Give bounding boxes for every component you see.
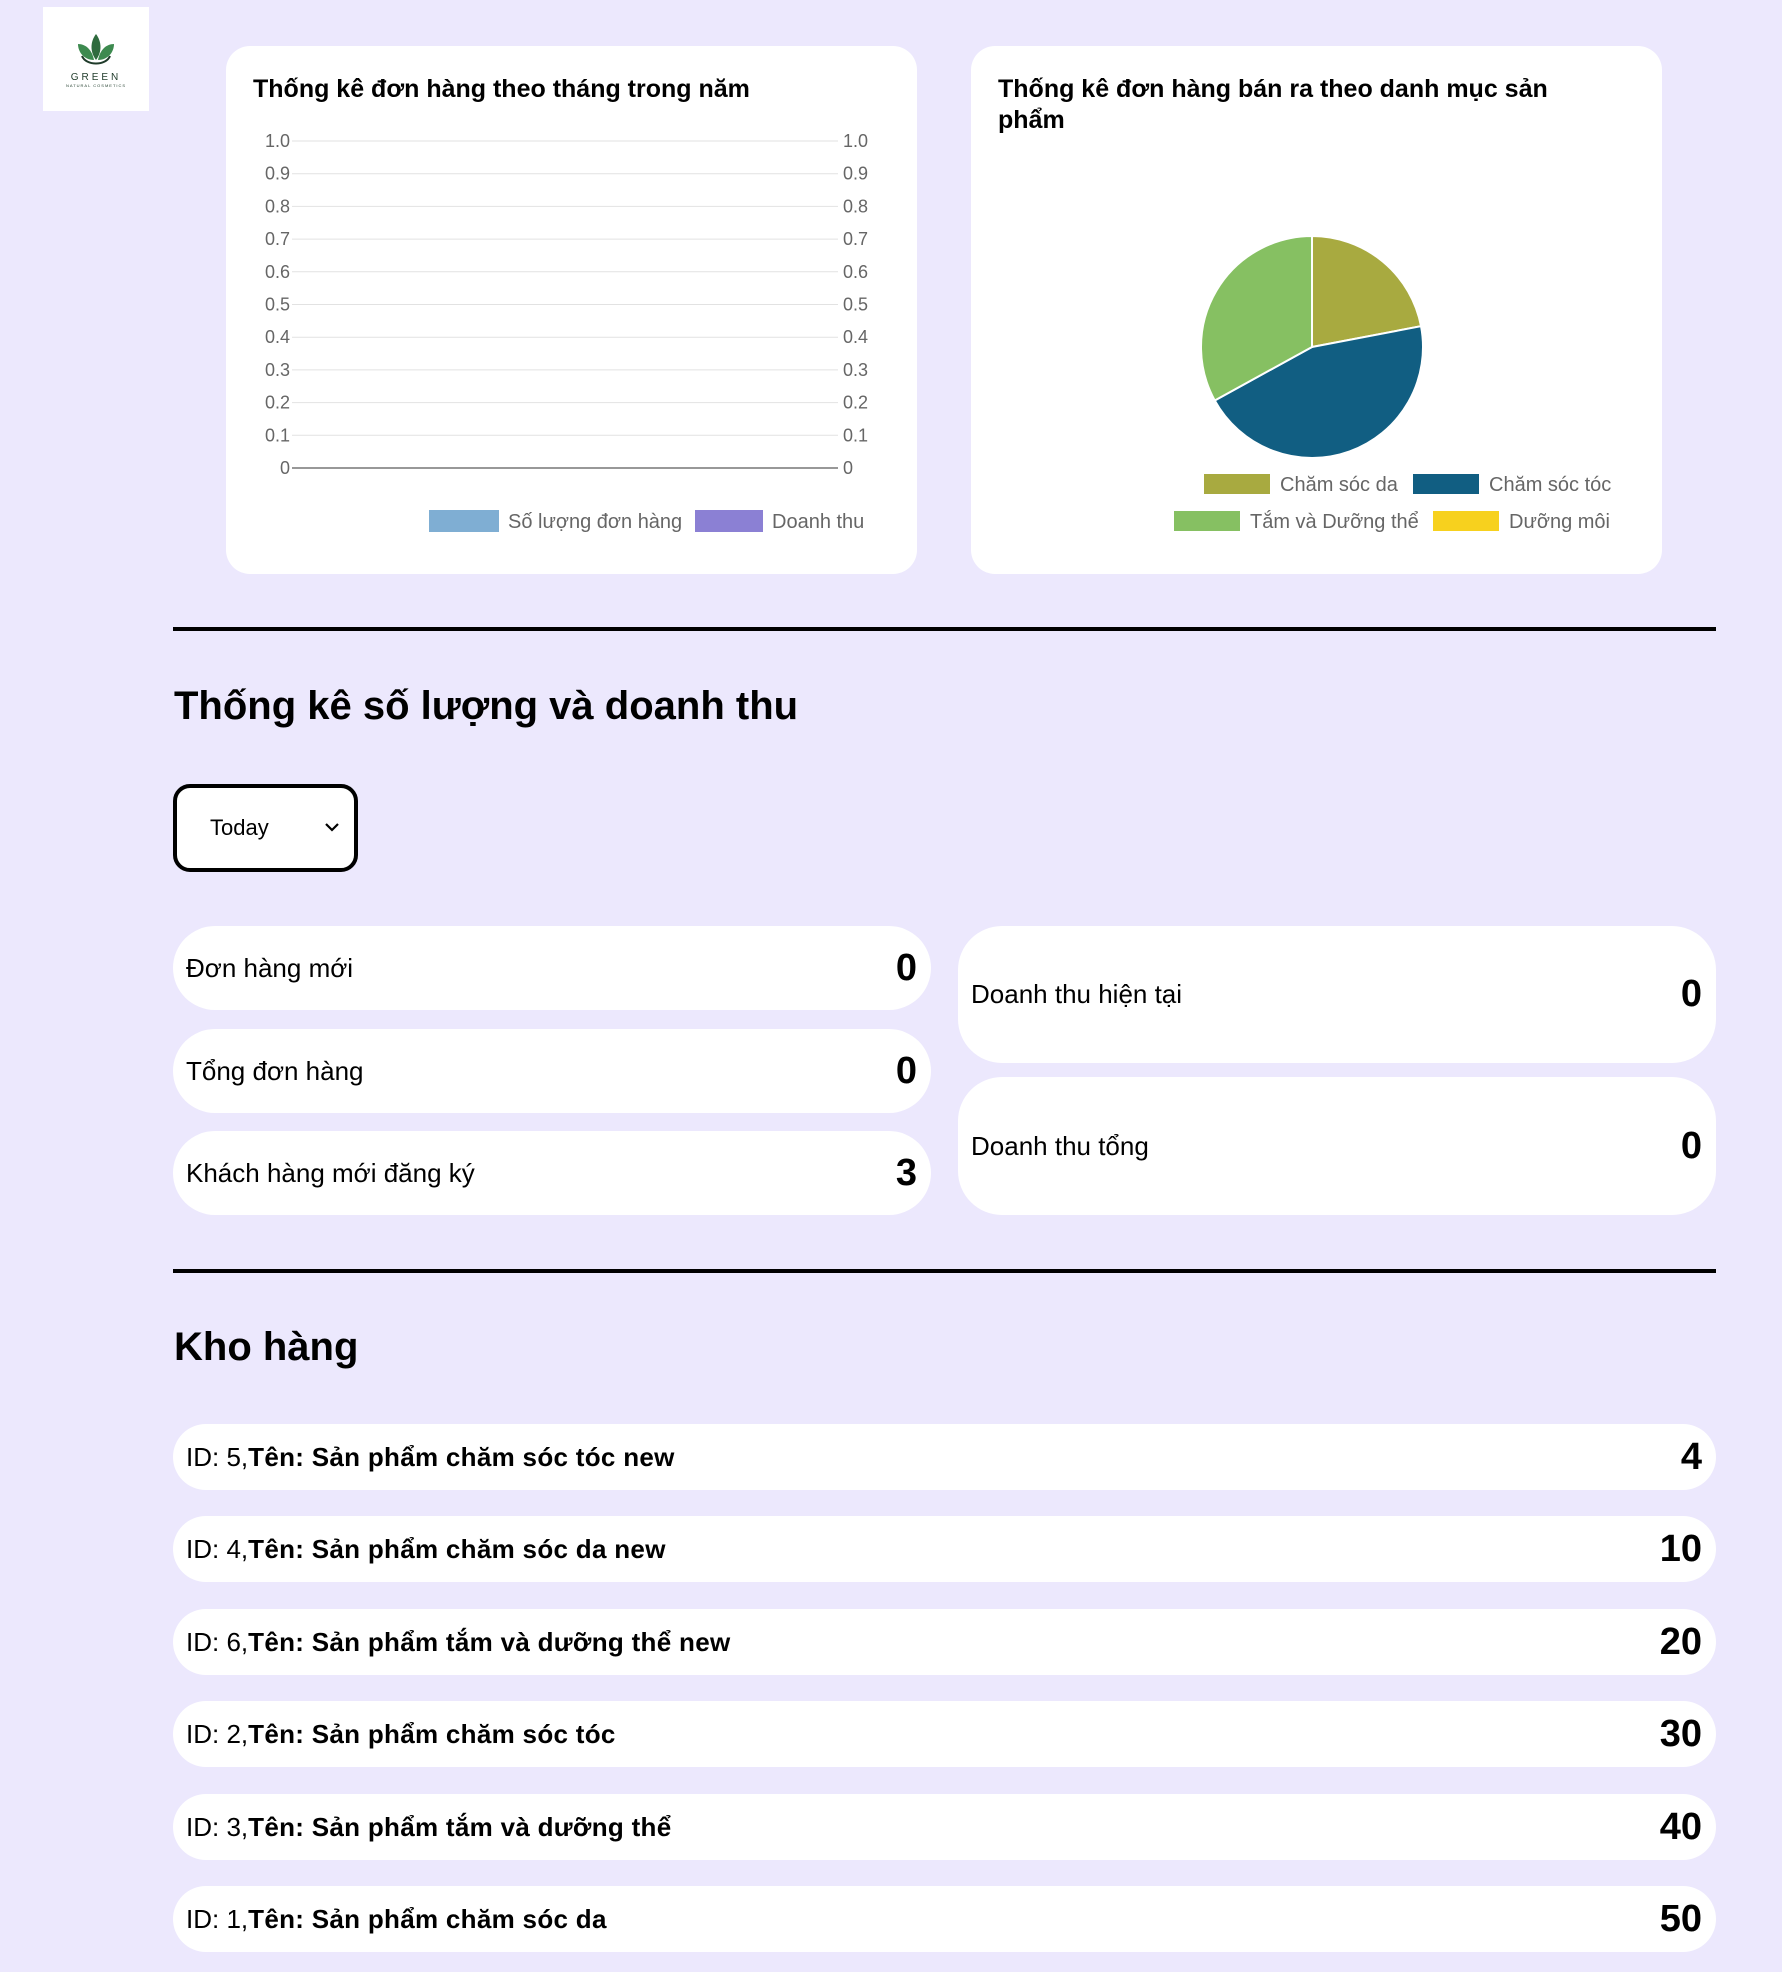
leaf-logo-icon [78,34,114,65]
legend-label: Tắm và Dưỡng thể [1250,510,1419,533]
y-tick-label-left: 0.1 [265,425,290,445]
inventory-row: ID: 3,Tên: Sản phẩm tắm và dưỡng thể 40 [173,1794,1716,1860]
y-tick-label-right: 0.9 [843,164,868,184]
y-tick-label-right: 0.6 [843,262,868,282]
inventory-id: ID: 5, [186,1441,249,1472]
category-orders-chart-card: Thống kê đơn hàng bán ra theo danh mục s… [971,46,1662,574]
stat-label: Tổng đơn hàng [186,1055,364,1086]
stat-value: 0 [1680,1124,1702,1167]
y-tick-label-right: 0.3 [843,360,868,380]
logo-brand-text: GREEN [70,72,122,83]
y-tick-label-left: 0.2 [265,393,290,413]
legend-label: Số lượng đơn hàng [508,511,682,533]
inventory-id: ID: 2, [186,1718,249,1749]
y-tick-label-left: 0.6 [265,262,290,282]
legend-label: Doanh thu [772,511,864,533]
category-pie-chart: Chăm sóc da Chăm sóc tóc Tắm và Dưỡng thể D… [1174,234,1611,533]
inventory-qty: 30 [1659,1712,1702,1755]
monthly-orders-chart-card: Thống kê đơn hàng theo tháng trong năm 1… [226,46,917,574]
inventory-name: Tên: Sản phẩm chăm sóc da new [248,1533,666,1564]
inventory-qty: 50 [1659,1897,1702,1940]
y-tick-label-right: 1.0 [843,131,868,151]
inventory-qty: 10 [1659,1527,1702,1570]
y-tick-label-right: 0.1 [843,425,868,445]
logo-tagline-text: NATURAL COSMETICS [65,83,127,88]
inventory-section-title: Kho hàng [174,1325,359,1369]
inventory-qty: 4 [1680,1435,1702,1478]
monthly-orders-chart: 1.0 1.0 0.9 0.9 0.8 0.8 0.7 0.7 0.6 0.6 0.5 0.5 0.4 0… [265,131,868,533]
legend-label: Dưỡng môi [1509,511,1610,533]
stat-new-customers: Khách hàng mới đăng ký 3 [173,1131,931,1215]
y-tick-label-left: 0.9 [265,164,290,184]
inventory-row: ID: 4,Tên: Sản phẩm chăm sóc da new 10 [173,1516,1716,1582]
y-tick-label-left: 0 [280,458,290,478]
legend-swatch [1204,474,1270,494]
inventory-name: Tên: Sản phẩm tắm và dưỡng thể new [248,1626,731,1657]
section-divider [173,627,1716,631]
stat-new-orders: Đơn hàng mới 0 [173,926,931,1010]
legend-swatch [1413,474,1479,494]
legend-swatch [429,510,499,532]
inventory-name: Tên: Sản phẩm tắm và dưỡng thể [248,1811,672,1842]
stat-current-revenue: Doanh thu hiện tại 0 [958,926,1716,1063]
inventory-qty: 40 [1659,1805,1702,1848]
stat-value: 3 [895,1151,917,1194]
y-tick-label-right: 0.2 [843,393,868,413]
y-tick-label-left: 0.5 [265,295,290,315]
y-tick-label-right: 0.7 [843,229,868,249]
chevron-down-icon [325,823,339,832]
stat-total-revenue: Doanh thu tổng 0 [958,1077,1716,1215]
y-tick-label-right: 0.4 [843,327,868,347]
stat-total-orders: Tổng đơn hàng 0 [173,1029,931,1113]
y-tick-label-left: 0.4 [265,327,290,347]
legend-swatch [1174,511,1240,531]
y-tick-label-right: 0.8 [843,196,868,216]
legend-label: Chăm sóc da [1280,474,1399,496]
stat-value: 0 [1680,973,1702,1015]
stat-value: 0 [895,1049,917,1092]
inventory-qty: 20 [1659,1620,1702,1663]
inventory-id: ID: 3, [186,1811,249,1842]
y-tick-label-right: 0.5 [843,295,868,315]
inventory-row: ID: 1,Tên: Sản phẩm chăm sóc da 50 [173,1886,1716,1952]
inventory-name: Tên: Sản phẩm chăm sóc tóc [248,1718,616,1749]
inventory-name: Tên: Sản phẩm chăm sóc da [248,1903,607,1934]
inventory-id: ID: 4, [186,1533,249,1564]
inventory-row: ID: 6,Tên: Sản phẩm tắm và dưỡng thể new… [173,1609,1716,1675]
y-tick-label-left: 0.3 [265,360,290,380]
period-select-value: Today [210,815,269,840]
inventory-id: ID: 1, [186,1903,249,1934]
stat-label: Doanh thu tổng [971,1130,1149,1161]
y-tick-label-left: 0.7 [265,229,290,249]
stat-value: 0 [895,946,917,989]
inventory-row: ID: 2,Tên: Sản phẩm chăm sóc tóc 30 [173,1701,1716,1767]
period-select[interactable]: Today [173,784,358,872]
inventory-id: ID: 6, [186,1626,249,1657]
stat-label: Doanh thu hiện tại [971,979,1183,1009]
y-tick-label-left: 1.0 [265,131,290,151]
section-divider [173,1269,1716,1273]
stats-section-title: Thống kê số lượng và doanh thu [174,684,799,728]
stat-label: Khách hàng mới đăng ký [186,1157,475,1188]
legend-swatch [1433,511,1499,531]
y-tick-label-left: 0.8 [265,196,290,216]
inventory-row: ID: 5,Tên: Sản phẩm chăm sóc tóc new 4 [173,1424,1716,1490]
brand-logo[interactable]: GREEN NATURAL COSMETICS [43,7,149,111]
legend-label: Chăm sóc tóc [1489,474,1611,496]
legend-swatch [695,510,763,532]
stat-label: Đơn hàng mới [186,952,354,983]
inventory-name: Tên: Sản phẩm chăm sóc tóc new [248,1441,675,1472]
y-tick-label-right: 0 [843,458,853,478]
